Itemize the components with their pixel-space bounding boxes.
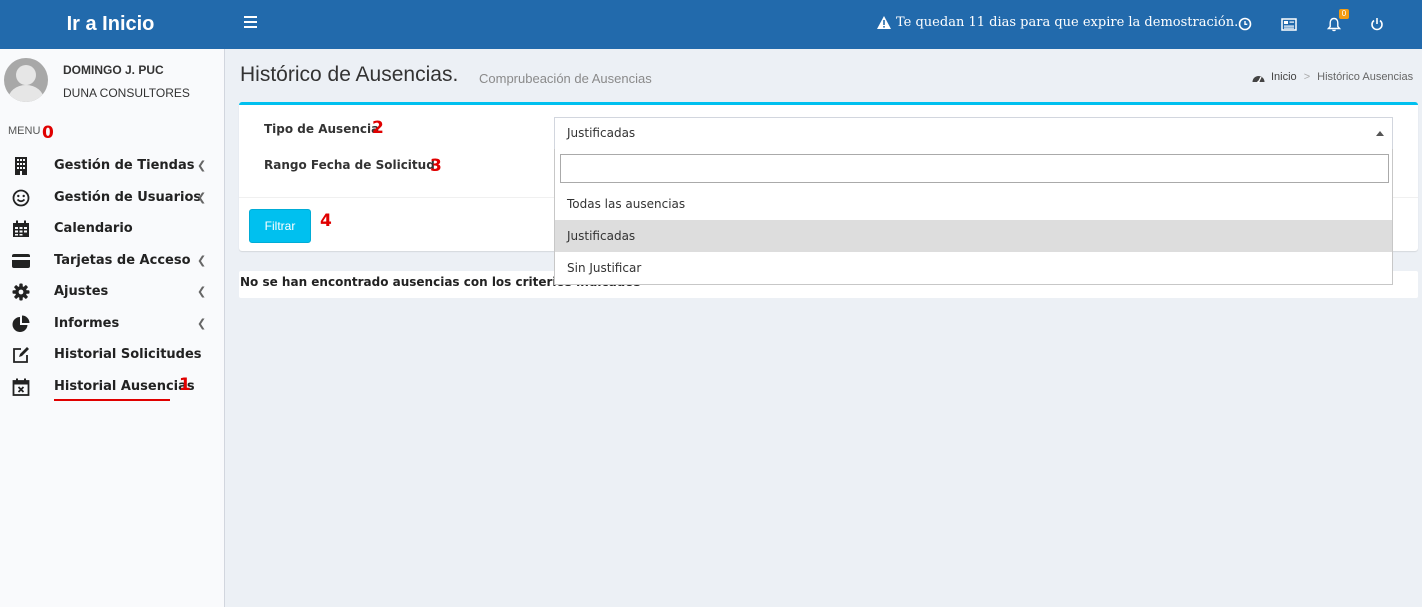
dropdown-option-todas[interactable]: Todas las ausencias (555, 188, 1392, 220)
page-subtitle: Comprubeación de Ausencias (479, 71, 652, 86)
dropdown-option-sin-justificar[interactable]: Sin Justificar (555, 252, 1392, 284)
power-icon[interactable] (1368, 15, 1386, 33)
rango-fecha-label: Rango Fecha de Solicitud (264, 158, 435, 172)
credit-card-icon (11, 251, 31, 271)
sidebar-item-gestion-tiendas[interactable]: Gestión de Tiendas ❮ (0, 150, 224, 181)
sidebar-item-label: Ajustes (54, 284, 109, 299)
dropdown-option-justificadas[interactable]: Justificadas (555, 220, 1392, 252)
building-icon (11, 156, 31, 176)
user-avatar (4, 58, 48, 102)
active-item-underline (54, 399, 170, 401)
sidebar-item-label: Gestión de Usuarios (54, 190, 202, 205)
gear-icon (11, 282, 31, 302)
smiley-icon (11, 188, 31, 208)
chevron-left-icon: ❮ (197, 285, 207, 298)
sidebar-item-label: Tarjetas de Acceso (54, 253, 191, 268)
sidebar-item-label: Historial Solicitudes (54, 347, 202, 362)
demo-expiry-text: Te quedan 11 dias para que expire la dem… (896, 15, 1239, 30)
tipo-ausencia-selected-value: Justificadas (567, 126, 636, 140)
sidebar-item-gestion-usuarios[interactable]: Gestión de Usuarios ❮ (0, 182, 224, 213)
edit-icon (11, 345, 31, 365)
calendar-icon (11, 219, 31, 239)
clock-icon[interactable] (1236, 15, 1254, 33)
tipo-ausencia-label: Tipo de Ausencia (264, 122, 380, 136)
annotation-marker-4: 4 (320, 211, 332, 231)
annotation-marker-1: 1 (179, 375, 191, 395)
warning-icon (877, 16, 891, 29)
breadcrumb: Inicio > Histórico Ausencias (1252, 71, 1413, 83)
sidebar-item-historial-solicitudes[interactable]: Historial Solicitudes (0, 339, 224, 370)
home-logo-link[interactable]: Ir a Inicio (0, 0, 225, 49)
user-name: DOMINGO J. PUC (63, 63, 164, 77)
menu-header: MENU (8, 125, 41, 137)
sidebar-item-label: Historial Ausencias (54, 379, 195, 394)
sidebar-item-label: Informes (54, 316, 120, 331)
sidebar: DOMINGO J. PUC DUNA CONSULTORES MENU 0 G… (0, 49, 225, 607)
pie-chart-icon (11, 314, 31, 334)
tipo-ausencia-dropdown: Todas las ausencias Justificadas Sin Jus… (554, 149, 1393, 285)
sidebar-item-label: Calendario (54, 221, 133, 236)
annotation-marker-0: 0 (42, 123, 54, 143)
breadcrumb-separator: > (1303, 71, 1311, 83)
tipo-ausencia-select[interactable]: Justificadas (554, 117, 1393, 150)
chevron-left-icon: ❮ (197, 191, 207, 204)
dashboard-icon (1252, 75, 1265, 83)
newspaper-icon[interactable] (1280, 15, 1298, 33)
breadcrumb-current: Histórico Ausencias (1317, 71, 1414, 83)
chevron-left-icon: ❮ (197, 159, 207, 172)
annotation-marker-2: 2 (372, 118, 384, 138)
caret-up-icon (1376, 131, 1384, 136)
annotation-marker-3: 3 (430, 156, 442, 176)
sidebar-item-tarjetas-acceso[interactable]: Tarjetas de Acceso ❮ (0, 245, 224, 276)
dropdown-search-input[interactable] (560, 154, 1389, 183)
calendar-x-icon (11, 377, 31, 397)
filter-button[interactable]: Filtrar (249, 209, 311, 243)
sidebar-item-informes[interactable]: Informes ❮ (0, 308, 224, 339)
notification-count-badge: 0 (1339, 9, 1349, 19)
chevron-left-icon: ❮ (197, 254, 207, 267)
sidebar-item-ajustes[interactable]: Ajustes ❮ (0, 276, 224, 307)
user-company: DUNA CONSULTORES (63, 86, 190, 100)
sidebar-item-label: Gestión de Tiendas (54, 158, 195, 173)
demo-expiry-notice: Te quedan 11 dias para que expire la dem… (877, 15, 1238, 30)
sidebar-item-calendario[interactable]: Calendario (0, 213, 224, 244)
sidebar-toggle-icon[interactable] (244, 16, 258, 32)
breadcrumb-home-link[interactable]: Inicio (1271, 71, 1297, 83)
chevron-left-icon: ❮ (197, 317, 207, 330)
top-navbar: Ir a Inicio Te quedan 11 dias para que e… (0, 0, 1422, 49)
page-title: Histórico de Ausencias. (240, 63, 459, 86)
